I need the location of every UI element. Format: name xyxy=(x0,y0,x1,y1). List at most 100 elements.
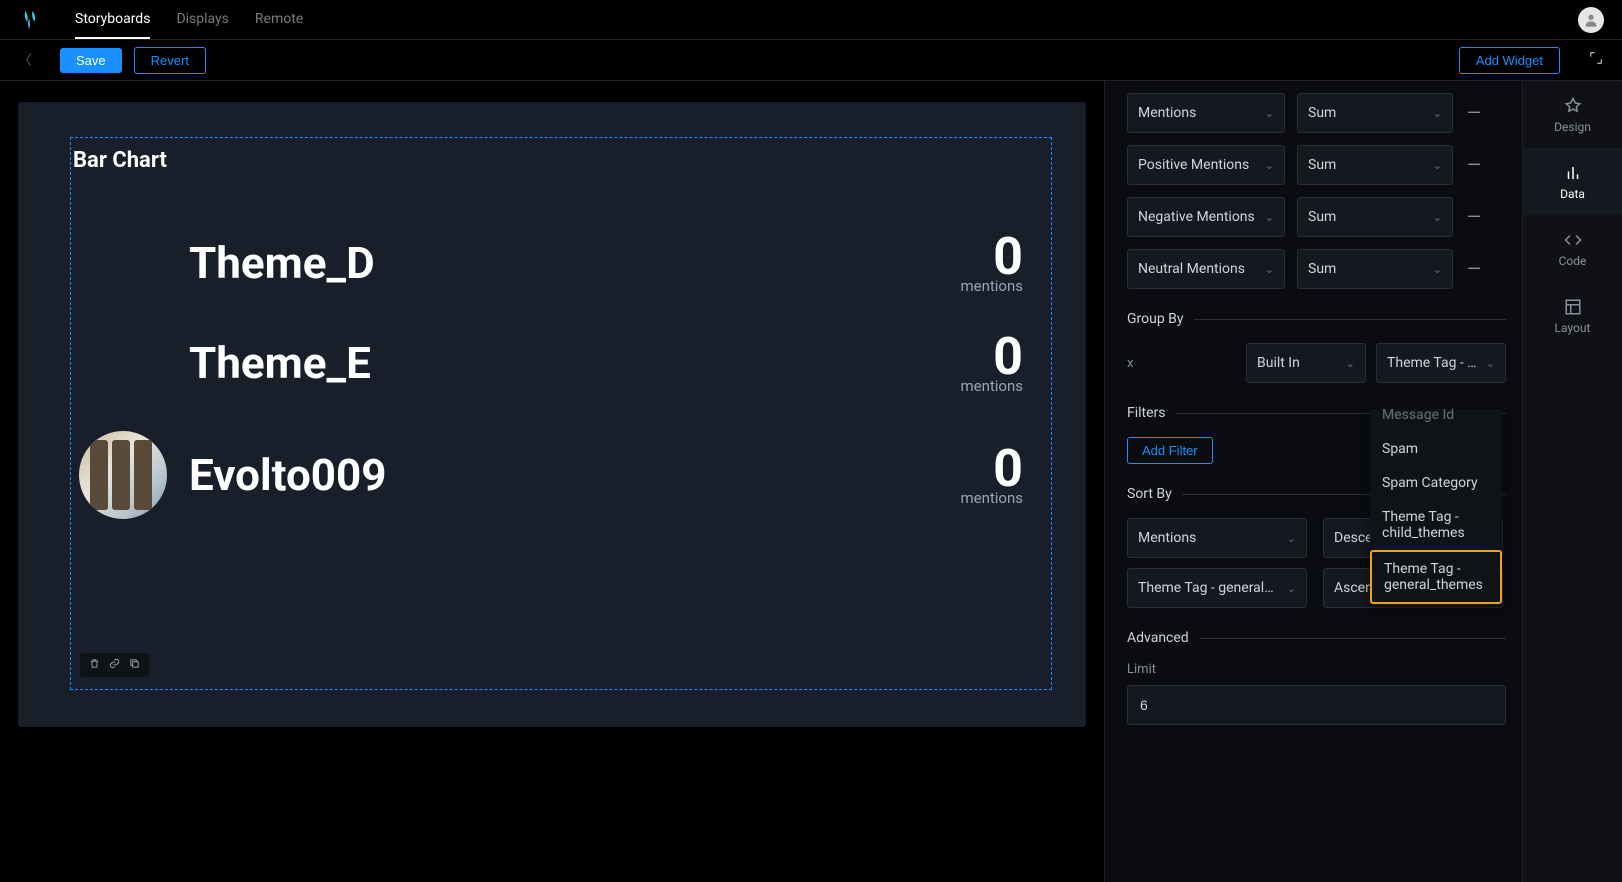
row-unit: mentions xyxy=(960,489,1023,507)
revert-button[interactable]: Revert xyxy=(134,47,206,74)
fullscreen-icon[interactable] xyxy=(1588,50,1604,70)
tab-remote[interactable]: Remote xyxy=(255,1,303,39)
back-chevron-icon[interactable]: 〈 xyxy=(18,50,32,70)
widget-mini-toolbar xyxy=(80,653,149,677)
row-avatar xyxy=(79,431,167,519)
limit-label: Limit xyxy=(1127,662,1506,677)
agg-select[interactable]: Sum ⌄ xyxy=(1297,197,1453,237)
dropdown-item[interactable]: Spam xyxy=(1370,432,1502,466)
agg-select[interactable]: Sum⌄ xyxy=(1297,93,1453,133)
chevron-down-icon: ⌄ xyxy=(1265,107,1274,120)
widget-card[interactable]: Bar Chart Theme_D 0 mentions Theme_E 0 m… xyxy=(18,102,1086,727)
metric-row: Positive Mentions⌄ Sum ⌄ — xyxy=(1127,145,1506,185)
agg-select[interactable]: Sum ⌄ xyxy=(1297,249,1453,289)
tab-storyboards[interactable]: Storyboards xyxy=(75,1,150,39)
config-panel: Mentions⌄ Sum⌄ — Positive Mentions⌄ Sum⌄… xyxy=(1104,81,1522,882)
metric-select[interactable]: Negative Mentions ⌄ xyxy=(1127,197,1285,237)
chevron-down-icon: ⌄ xyxy=(1265,263,1274,276)
chevron-down-icon: ⌄ xyxy=(1486,357,1495,370)
link-icon[interactable] xyxy=(109,658,120,672)
chart-row: Theme_D 0 mentions xyxy=(73,213,1039,313)
nav-tabs: Storyboards Displays Remote xyxy=(75,1,303,39)
sort-field-select[interactable]: Mentions ⌄ xyxy=(1127,518,1307,558)
axis-label: x xyxy=(1127,356,1141,371)
groupby-source-select[interactable]: Built In ⌄ xyxy=(1246,343,1366,383)
add-filter-button[interactable]: Add Filter xyxy=(1127,437,1213,464)
agg-select[interactable]: Sum ⌄ xyxy=(1297,145,1453,185)
chart-row: Evolto009 0 mentions xyxy=(73,413,1039,537)
select-value: Sum xyxy=(1308,209,1336,225)
select-value: Sum xyxy=(1308,157,1336,173)
remove-metric-button[interactable]: — xyxy=(1465,207,1483,228)
row-value: 0 mentions xyxy=(960,443,1023,507)
widget-selection: Bar Chart Theme_D 0 mentions Theme_E 0 m… xyxy=(70,137,1052,690)
select-value: Theme Tag - … xyxy=(1387,355,1477,371)
groupby-header: Group By xyxy=(1127,311,1506,327)
select-value: Mentions xyxy=(1138,105,1196,121)
rail-code[interactable]: Code xyxy=(1523,215,1622,282)
select-value: Desce xyxy=(1334,530,1373,546)
metric-select[interactable]: Positive Mentions⌄ xyxy=(1127,145,1285,185)
dropdown-item[interactable]: Message Id xyxy=(1370,405,1502,432)
save-button[interactable]: Save xyxy=(60,48,122,73)
row-value: 0 mentions xyxy=(960,331,1023,395)
metric-row: Neutral Mentions ⌄ Sum ⌄ — xyxy=(1127,249,1506,289)
editor-toolbar: 〈 Save Revert Add Widget xyxy=(0,40,1622,81)
row-label: Theme_D xyxy=(189,237,960,289)
row-unit: mentions xyxy=(960,377,1023,395)
remove-metric-button[interactable]: — xyxy=(1465,103,1483,124)
advanced-header: Advanced xyxy=(1127,630,1506,646)
select-value: Sum xyxy=(1308,261,1336,277)
row-label: Theme_E xyxy=(189,337,960,389)
dropdown-item[interactable]: Spam Category xyxy=(1370,466,1502,500)
tab-displays[interactable]: Displays xyxy=(176,1,228,39)
groupby-row: x Built In ⌄ Theme Tag - … ⌄ xyxy=(1127,343,1506,383)
chevron-down-icon: ⌄ xyxy=(1346,357,1355,370)
sort-field-select[interactable]: Theme Tag - general… ⌄ xyxy=(1127,568,1307,608)
groupby-field-select[interactable]: Theme Tag - … ⌄ xyxy=(1376,343,1506,383)
section-label: Advanced xyxy=(1127,630,1189,646)
select-value: Neutral Mentions xyxy=(1138,261,1245,277)
section-label: Filters xyxy=(1127,405,1166,421)
copy-icon[interactable] xyxy=(129,658,140,672)
user-avatar[interactable] xyxy=(1578,7,1604,33)
rail-layout[interactable]: Layout xyxy=(1523,282,1622,349)
add-widget-button[interactable]: Add Widget xyxy=(1459,47,1560,74)
dropdown-item[interactable]: Theme Tag - child_themes xyxy=(1370,500,1502,550)
app-logo xyxy=(18,9,40,31)
top-nav: Storyboards Displays Remote xyxy=(0,0,1622,40)
row-value: 0 mentions xyxy=(960,231,1023,295)
metric-select[interactable]: Neutral Mentions ⌄ xyxy=(1127,249,1285,289)
select-value: Sum xyxy=(1308,105,1336,121)
row-unit: mentions xyxy=(960,277,1023,295)
select-value: Mentions xyxy=(1138,530,1196,546)
rail-label: Data xyxy=(1523,187,1622,201)
select-value: Positive Mentions xyxy=(1138,157,1249,173)
row-number: 0 xyxy=(960,443,1023,495)
limit-input[interactable] xyxy=(1127,685,1506,725)
dropdown-item-selected[interactable]: Theme Tag - general_themes xyxy=(1370,550,1502,604)
metric-select[interactable]: Mentions ⌄ xyxy=(1127,93,1285,133)
chevron-down-icon: ⌄ xyxy=(1287,582,1296,595)
chevron-down-icon: ⌄ xyxy=(1433,159,1442,172)
groupby-dropdown-menu: Message Id Spam Spam Category Theme Tag … xyxy=(1370,409,1502,606)
chevron-down-icon: ⌄ xyxy=(1433,263,1442,276)
select-value: Theme Tag - general… xyxy=(1138,580,1274,596)
rail-data[interactable]: Data xyxy=(1523,148,1622,215)
rail-label: Design xyxy=(1523,120,1622,134)
chart-row: Theme_E 0 mentions xyxy=(73,313,1039,413)
chevron-down-icon: ⌄ xyxy=(1433,211,1442,224)
rail-design[interactable]: Design xyxy=(1523,81,1622,148)
remove-metric-button[interactable]: — xyxy=(1465,259,1483,280)
chevron-down-icon: ⌄ xyxy=(1287,532,1296,545)
chevron-down-icon: ⌄ xyxy=(1265,211,1274,224)
canvas-area: Bar Chart Theme_D 0 mentions Theme_E 0 m… xyxy=(0,81,1104,882)
select-value: Built In xyxy=(1257,355,1300,371)
trash-icon[interactable] xyxy=(89,658,100,672)
remove-metric-button[interactable]: — xyxy=(1465,155,1483,176)
metric-row: Negative Mentions ⌄ Sum ⌄ — xyxy=(1127,197,1506,237)
widget-title: Bar Chart xyxy=(73,148,1039,173)
row-label: Evolto009 xyxy=(189,449,960,501)
right-rail: Design Data Code Layout xyxy=(1522,81,1622,882)
select-value: Negative Mentions xyxy=(1138,209,1255,225)
